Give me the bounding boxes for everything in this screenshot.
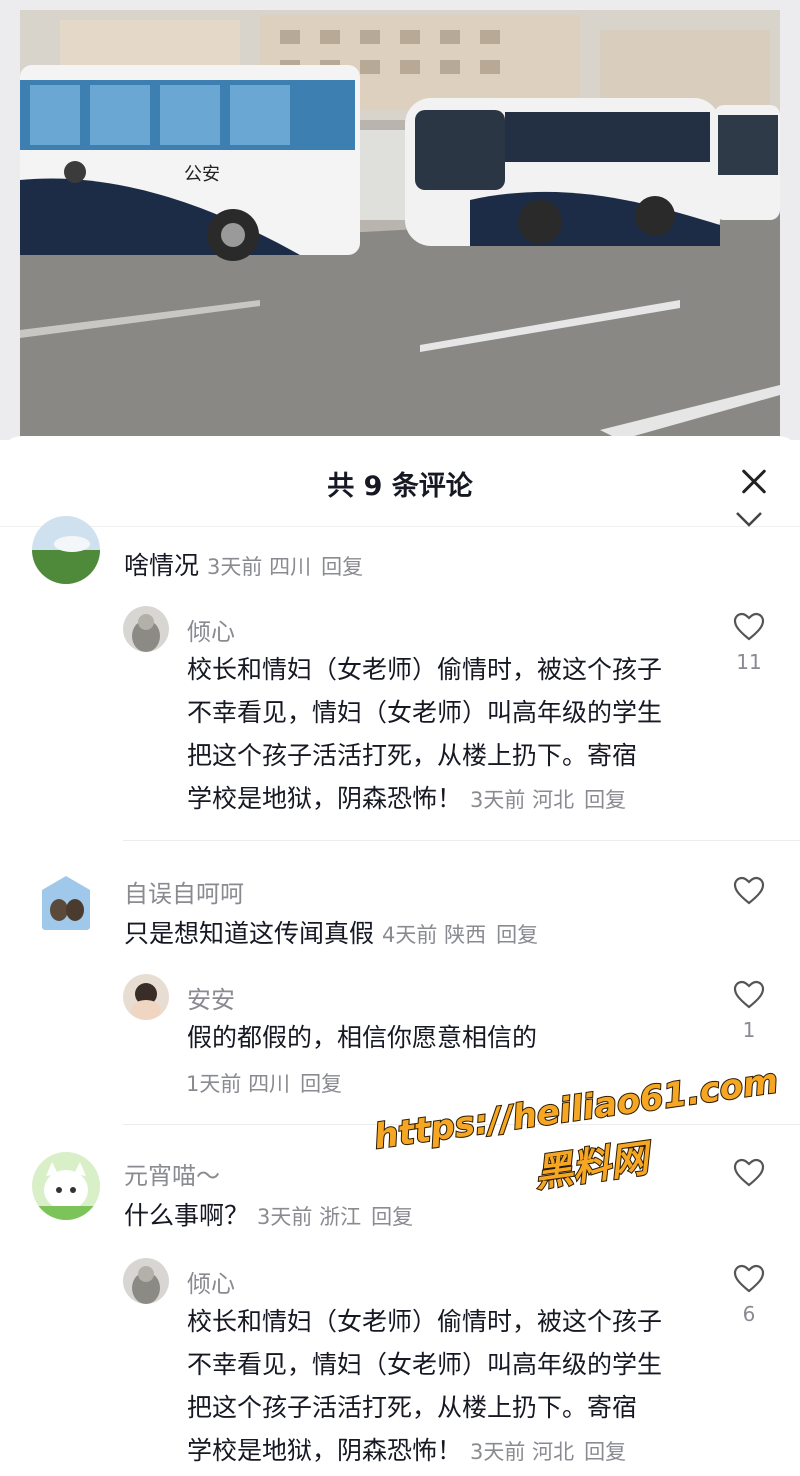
- reply-text: 假的都假的，相信你愿意相信的: [187, 1023, 538, 1052]
- username[interactable]: 倾心: [187, 1264, 235, 1299]
- svg-text:黑料网: 黑料网: [532, 1135, 656, 1195]
- avatar[interactable]: [123, 606, 169, 652]
- avatar[interactable]: [32, 870, 100, 938]
- comment-text: 只是想知道这传闻真假 4天前 陕西 回复: [124, 919, 539, 948]
- heart-icon: [733, 980, 765, 1009]
- close-icon[interactable]: [734, 462, 774, 502]
- like-button[interactable]: [732, 511, 766, 529]
- username[interactable]: 元宵喵～: [124, 1156, 220, 1191]
- like-button[interactable]: [732, 876, 766, 906]
- comment-sheet-header: 共 9 条评论: [0, 436, 800, 527]
- avatar[interactable]: [123, 1258, 169, 1304]
- reply-button[interactable]: 回复: [496, 923, 538, 947]
- reply-text: 校长和情妇（女老师）偷情时，被这个孩子 不幸看见，情妇（女老师）叫高年级的学生 …: [187, 655, 663, 813]
- reply-button[interactable]: 回复: [321, 555, 363, 579]
- heart-icon: [733, 1264, 765, 1293]
- reply-meta: 1天前 四川 回复: [186, 1072, 343, 1096]
- avatar[interactable]: [32, 1152, 100, 1220]
- video-frame: 公安: [0, 0, 800, 440]
- divider: [123, 840, 800, 841]
- like-count: 11: [736, 650, 762, 674]
- username[interactable]: 自误自呵呵: [124, 874, 244, 909]
- svg-text:公安: 公安: [184, 164, 220, 185]
- reply-button[interactable]: 回复: [584, 788, 626, 812]
- reply-button[interactable]: 回复: [584, 1440, 626, 1464]
- like-count: 6: [742, 1302, 756, 1326]
- reply-button[interactable]: 回复: [300, 1072, 342, 1096]
- comment-sheet: 共 9 条评论 啥情况 3天前 四川 回复 倾心 校长和情妇（女老师）偷情时，被这个…: [0, 436, 800, 1476]
- comment-count-title: 共 9 条评论: [327, 471, 473, 502]
- like-button[interactable]: 1: [732, 980, 766, 1042]
- username[interactable]: 倾心: [187, 612, 235, 647]
- heart-icon: [733, 612, 765, 641]
- comment-text: 什么事啊？ 3天前 浙江 回复: [124, 1201, 414, 1230]
- video-player[interactable]: 公安: [0, 0, 800, 440]
- avatar[interactable]: [32, 516, 100, 584]
- heart-icon: [733, 876, 765, 905]
- like-button[interactable]: 11: [732, 612, 766, 674]
- username[interactable]: 安安: [187, 980, 235, 1015]
- like-button[interactable]: 6: [732, 1264, 766, 1326]
- like-count: 1: [742, 1018, 756, 1042]
- reply-text: 校长和情妇（女老师）偷情时，被这个孩子 不幸看见，情妇（女老师）叫高年级的学生 …: [187, 1307, 663, 1465]
- chevron-down-icon: [736, 512, 762, 527]
- comment-text: 啥情况 3天前 四川 回复: [124, 551, 364, 580]
- avatar[interactable]: [123, 974, 169, 1020]
